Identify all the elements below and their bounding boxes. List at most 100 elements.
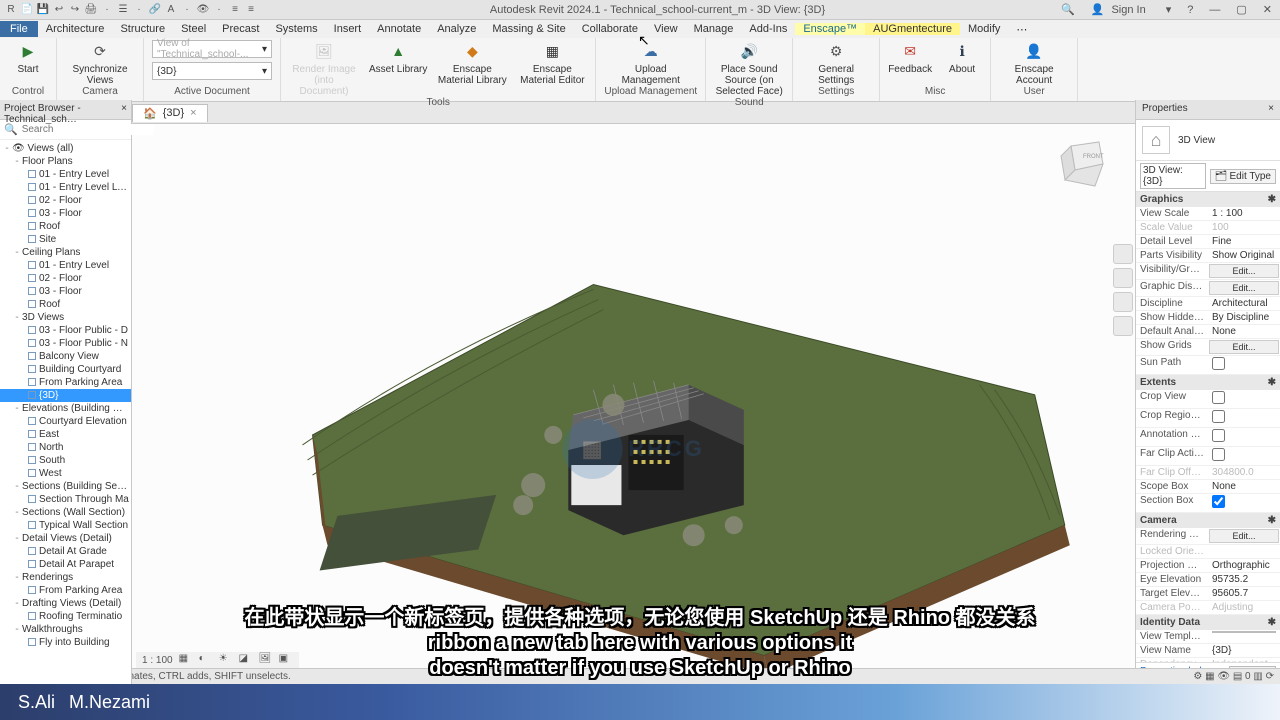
search-icon[interactable]: 🔍 (1057, 3, 1079, 16)
properties-type-selector[interactable]: 3D View: {3D} 🗂 Edit Type (1136, 161, 1280, 192)
tab-augmentecture[interactable]: AUGmentecture (865, 23, 960, 35)
props-value[interactable]: Edit... (1209, 529, 1279, 543)
close-icon[interactable]: × (1268, 103, 1274, 116)
qat-icon-7[interactable]: ☰ (116, 3, 130, 17)
tree-item[interactable]: 03 - Floor Public - D (0, 324, 131, 337)
tree-item[interactable]: Detail At Grade (0, 545, 131, 558)
tree-item[interactable]: Section Through Ma (0, 493, 131, 506)
props-section-identity-data[interactable]: Identity Data✱ (1136, 615, 1280, 630)
maximize-icon[interactable]: ▢ (1232, 3, 1250, 16)
props-row[interactable]: Eye Elevation95735.2 (1136, 573, 1280, 587)
signin-link[interactable]: 👤 Sign In (1087, 3, 1154, 16)
tab-structure[interactable]: Structure (112, 23, 173, 35)
props-value[interactable]: Architectural (1208, 297, 1280, 310)
render-icon[interactable]: 🖼 (259, 653, 273, 667)
enscape-account-button[interactable]: 👤Enscape Account (999, 40, 1069, 86)
props-row[interactable]: Rendering Setti…Edit... (1136, 528, 1280, 545)
tab-architecture[interactable]: Architecture (38, 23, 113, 35)
props-row[interactable]: Annotation Crop (1136, 428, 1280, 447)
qat-icon-1[interactable]: 📄 (20, 3, 34, 17)
props-section-graphics[interactable]: Graphics✱ (1136, 192, 1280, 207)
tree-item[interactable]: West (0, 467, 131, 480)
tree-item[interactable]: 03 - Floor (0, 285, 131, 298)
help-icon[interactable]: ? (1183, 4, 1197, 16)
props-value[interactable] (1208, 428, 1280, 446)
qat-icon-12[interactable]: 👁 (196, 3, 210, 17)
tree-item[interactable]: -Elevations (Building Elevati (0, 402, 131, 415)
active-doc-view-value[interactable]: {3D}▾ (152, 62, 272, 80)
tree-item[interactable]: -Ceiling Plans (0, 246, 131, 259)
qat-icon-11[interactable]: · (180, 3, 194, 17)
props-value[interactable]: 95735.2 (1208, 573, 1280, 586)
props-row[interactable]: Projection ModeOrthographic (1136, 559, 1280, 573)
qat-icon-6[interactable]: · (100, 3, 114, 17)
tree-item[interactable]: Site (0, 233, 131, 246)
props-section-camera[interactable]: Camera✱ (1136, 513, 1280, 528)
tree-item[interactable]: Courtyard Elevation (0, 415, 131, 428)
tab-overflow[interactable]: ⋯ (1008, 23, 1035, 36)
tab-steel[interactable]: Steel (173, 23, 214, 35)
tree-item[interactable]: 03 - Floor (0, 207, 131, 220)
view-cube[interactable]: FRONT (1051, 134, 1115, 198)
tree-item[interactable]: Typical Wall Section (0, 519, 131, 532)
tree-item[interactable]: -Detail Views (Detail) (0, 532, 131, 545)
props-row[interactable]: Crop View (1136, 390, 1280, 409)
tree-item[interactable]: Building Courtyard (0, 363, 131, 376)
qat-icon-9[interactable]: 🔗 (148, 3, 162, 17)
props-value[interactable] (1208, 409, 1280, 427)
status-right-icons[interactable]: ⚙ ▦ 👁 ▤ 0 ▥ ⟳ (1193, 671, 1274, 682)
tree-item[interactable]: Balcony View (0, 350, 131, 363)
props-value[interactable]: Edit... (1209, 340, 1279, 354)
props-row[interactable]: Locked Orienta… (1136, 545, 1280, 559)
enscape-mat-editor-button[interactable]: ▦Enscape Material Editor (517, 40, 587, 86)
props-value[interactable] (1208, 390, 1280, 408)
file-menu[interactable]: File (0, 21, 38, 37)
tree-item[interactable]: 01 - Entry Level (0, 259, 131, 272)
props-value[interactable]: {3D} (1208, 644, 1280, 657)
minimize-icon[interactable]: — (1205, 4, 1224, 16)
close-tab-icon[interactable]: × (190, 107, 196, 119)
crop-icon[interactable]: ▣ (279, 653, 293, 667)
sync-views-button[interactable]: ⟳Synchronize Views (65, 40, 135, 86)
tab-add-ins[interactable]: Add-Ins (741, 23, 795, 35)
qat-icon-3[interactable]: ↩ (52, 3, 66, 17)
props-row[interactable]: Camera PositionAdjusting (1136, 601, 1280, 615)
qat-icon-8[interactable]: · (132, 3, 146, 17)
props-value[interactable]: Adjusting (1208, 601, 1280, 614)
props-row[interactable]: Parts VisibilityShow Original (1136, 249, 1280, 263)
props-row[interactable]: Sun Path (1136, 356, 1280, 375)
props-value[interactable] (1208, 356, 1280, 374)
qat-icon-5[interactable]: 🖨 (84, 3, 98, 17)
viewport-3d[interactable]: FRONT ▦ RRCG (132, 124, 1135, 685)
tab-enscape-[interactable]: Enscape™ (795, 23, 865, 35)
tree-item[interactable]: From Parking Area (0, 376, 131, 389)
props-row[interactable]: Graphic Display…Edit... (1136, 280, 1280, 297)
about-button[interactable]: ℹAbout (942, 40, 982, 75)
props-row[interactable]: Far Clip Active (1136, 447, 1280, 466)
feedback-button[interactable]: ✉Feedback (888, 40, 932, 75)
props-value[interactable]: 100 (1208, 221, 1280, 234)
nav-bar[interactable] (1113, 244, 1133, 336)
props-row[interactable]: Target Elevation95605.7 (1136, 587, 1280, 601)
scale-display[interactable]: 1 : 100 (142, 655, 173, 666)
props-row[interactable]: Scope BoxNone (1136, 480, 1280, 494)
props-row[interactable]: Show Hidden Li…By Discipline (1136, 311, 1280, 325)
close-icon[interactable]: ✕ (1259, 3, 1276, 16)
search-input[interactable] (22, 124, 154, 135)
sun-path-icon[interactable]: ☀ (219, 653, 233, 667)
tree-item[interactable]: East (0, 428, 131, 441)
save-cloud-icon[interactable]: ▾ (1162, 3, 1176, 16)
tree-item[interactable]: 01 - Entry Level (0, 168, 131, 181)
close-icon[interactable]: × (121, 103, 127, 116)
asset-library-button[interactable]: ▲Asset Library (369, 40, 427, 75)
tree-item[interactable]: -Walkthroughs (0, 623, 131, 636)
project-browser-search[interactable]: 🔍 (0, 120, 131, 140)
props-value[interactable] (1208, 447, 1280, 465)
tree-item[interactable]: 02 - Floor (0, 272, 131, 285)
tree-item[interactable]: Roof (0, 298, 131, 311)
props-row[interactable]: View Scale1 : 100 (1136, 207, 1280, 221)
general-settings-button[interactable]: ⚙General Settings (801, 40, 871, 86)
tab-manage[interactable]: Manage (686, 23, 742, 35)
props-row[interactable]: Section Box (1136, 494, 1280, 513)
shadows-icon[interactable]: ◪ (239, 653, 253, 667)
